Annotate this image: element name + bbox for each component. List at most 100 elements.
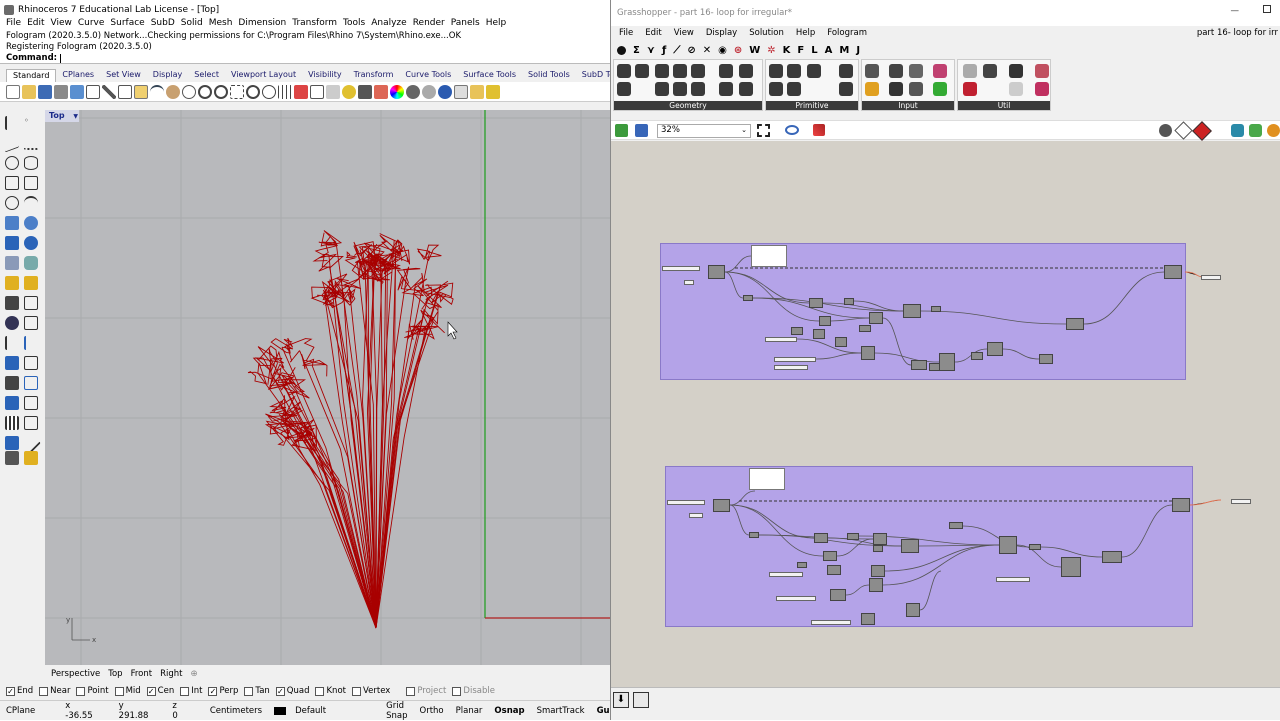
geometry-component-icon[interactable]	[617, 64, 631, 78]
gh-component[interactable]	[873, 533, 887, 545]
menu-edit[interactable]: Edit	[27, 17, 50, 31]
grid-snap-toggle[interactable]: Grid Snap	[380, 701, 413, 721]
gh-menu-display[interactable]: Display	[706, 28, 737, 41]
zoom-out-icon[interactable]	[262, 84, 276, 99]
menu-tools[interactable]: Tools	[343, 17, 371, 31]
analyze-icon[interactable]	[5, 436, 19, 450]
tab-set-view[interactable]: Set View	[100, 69, 147, 82]
layer-indicator[interactable]: Default	[268, 706, 338, 716]
osnap-perp[interactable]: ✓ Perp	[208, 686, 238, 696]
gh-component[interactable]	[939, 353, 955, 371]
checkbox-icon[interactable]	[76, 686, 86, 696]
tab-surface-tools[interactable]: Surface Tools	[457, 69, 522, 82]
osnap-disable[interactable]: Disable	[452, 686, 495, 696]
viewport-dropdown-icon[interactable]: ▼	[73, 113, 78, 120]
component-tab-icon[interactable]: ⋎	[647, 45, 655, 56]
gh-component[interactable]	[708, 265, 725, 279]
menu-subd[interactable]: SubD	[151, 17, 181, 31]
group-note[interactable]	[749, 468, 785, 490]
gh-component[interactable]	[1039, 354, 1053, 364]
menu-mesh[interactable]: Mesh	[209, 17, 239, 31]
color-wheel-icon[interactable]	[390, 84, 404, 99]
color-swatch-icon[interactable]	[933, 64, 947, 78]
hatch-icon[interactable]	[24, 296, 38, 310]
mesh-icon[interactable]	[5, 256, 19, 270]
gh-component[interactable]	[1061, 557, 1081, 577]
gh-component[interactable]	[791, 327, 803, 335]
menu-curve[interactable]: Curve	[78, 17, 111, 31]
select-icon[interactable]	[454, 84, 468, 99]
shaded-preview-icon[interactable]	[1192, 121, 1212, 141]
preview-eye-icon[interactable]	[785, 125, 799, 135]
geometry-component-icon[interactable]	[673, 82, 687, 96]
trim-icon[interactable]	[5, 336, 19, 350]
bucket-icon[interactable]	[24, 451, 38, 465]
graph-icon[interactable]	[865, 82, 879, 96]
preview-mode-icon[interactable]	[1159, 124, 1172, 137]
gh-menu-file[interactable]: File	[619, 28, 633, 41]
primitive-component-icon[interactable]	[807, 64, 821, 78]
gh-component[interactable]	[871, 565, 885, 577]
group-note[interactable]	[751, 245, 787, 267]
component-tab-icon[interactable]: M	[839, 45, 849, 56]
menu-file[interactable]: File	[6, 17, 27, 31]
component-tab-icon[interactable]: F	[797, 45, 804, 56]
pan-hand-icon[interactable]	[166, 84, 180, 99]
open-file-icon[interactable]	[615, 124, 628, 137]
maximize-icon[interactable]	[1263, 5, 1271, 13]
circle-icon[interactable]	[5, 156, 19, 170]
gh-panel[interactable]	[684, 280, 694, 285]
properties-icon[interactable]	[86, 84, 100, 99]
gh-component[interactable]	[844, 298, 854, 305]
checkbox-icon[interactable]	[406, 686, 416, 696]
arrow-right-icon[interactable]	[1009, 64, 1023, 78]
new-file-icon[interactable]	[6, 84, 20, 99]
button-icon[interactable]	[889, 64, 903, 78]
component-tab-icon[interactable]: A	[825, 45, 833, 56]
component-tab-icon[interactable]: K	[783, 45, 791, 56]
gh-panel[interactable]	[689, 513, 703, 518]
group-icon[interactable]	[5, 396, 19, 410]
gh-output-panel[interactable]	[1231, 499, 1251, 504]
loft-icon[interactable]	[24, 216, 38, 230]
data-dam-icon[interactable]	[1035, 64, 1049, 78]
rectangle-icon[interactable]	[5, 176, 19, 190]
checkbox-icon[interactable]	[114, 686, 124, 696]
ortho-toggle[interactable]: Ortho	[414, 706, 450, 716]
rotate-view-icon[interactable]	[182, 84, 196, 99]
save-icon[interactable]	[38, 84, 52, 99]
select-arrow-icon[interactable]	[5, 116, 13, 130]
component-tab-icon[interactable]: ⟋	[673, 45, 680, 56]
gh-component[interactable]	[987, 342, 1003, 356]
arc-icon[interactable]	[5, 196, 19, 210]
tab-curve-tools[interactable]: Curve Tools	[399, 69, 457, 82]
checkbox-icon[interactable]	[180, 686, 190, 696]
gh-component[interactable]	[835, 337, 847, 347]
gh-component[interactable]	[827, 565, 841, 575]
grid-array-icon[interactable]	[5, 416, 19, 430]
light-bulb-icon[interactable]	[342, 84, 356, 99]
geometry-component-icon[interactable]	[691, 64, 705, 78]
light-icon[interactable]	[5, 276, 19, 290]
osnap-cen[interactable]: ✓ Cen	[146, 686, 174, 696]
gh-component[interactable]	[713, 499, 730, 512]
osnap-point[interactable]: Point	[76, 686, 109, 696]
tab-solid-tools[interactable]: Solid Tools	[522, 69, 576, 82]
component-tab-icon[interactable]: ƒ	[662, 45, 666, 56]
checkbox-icon[interactable]: ✓	[208, 686, 218, 696]
flask-icon[interactable]	[1035, 82, 1049, 96]
gh-component[interactable]	[949, 522, 963, 529]
fillet-icon[interactable]	[24, 196, 38, 210]
gh-panel[interactable]	[774, 357, 816, 362]
geometry-component-icon[interactable]	[635, 64, 649, 78]
gh-component[interactable]	[797, 562, 807, 568]
osnap-mid[interactable]: Mid	[114, 686, 141, 696]
array-icon[interactable]	[5, 376, 19, 390]
ellipse-icon[interactable]	[24, 156, 38, 170]
save-as-icon[interactable]	[70, 84, 84, 99]
menu-help[interactable]: Help	[486, 17, 513, 31]
gh-component[interactable]	[903, 304, 921, 318]
gh-panel[interactable]	[996, 577, 1030, 582]
component-tab-icon[interactable]: ◉	[718, 45, 727, 56]
vtab-right[interactable]: Right	[160, 669, 182, 679]
